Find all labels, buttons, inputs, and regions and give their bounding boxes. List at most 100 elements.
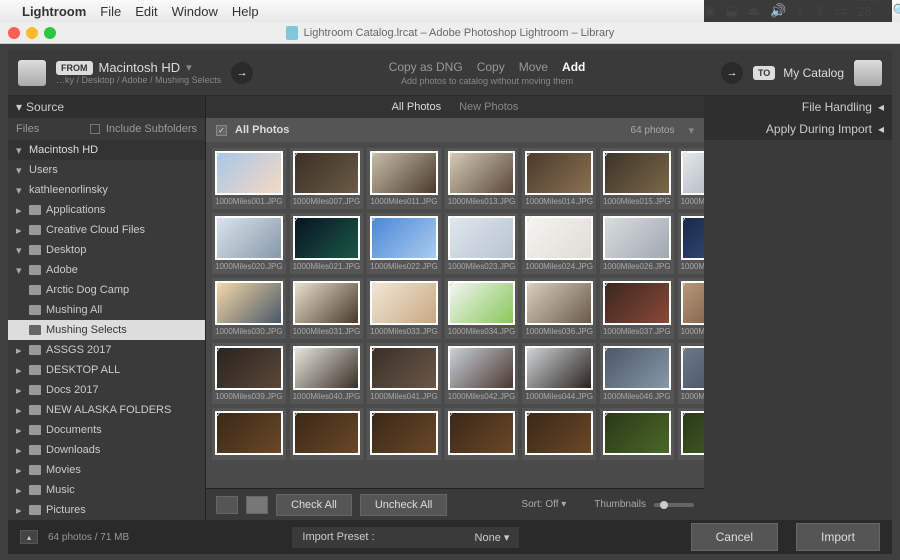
select-all-checkbox[interactable]: ✓ (216, 125, 227, 136)
action-move[interactable]: Move (519, 60, 548, 74)
thumbnail-cell[interactable]: ✓1000Miles030.JPG (212, 278, 286, 339)
eject-icon[interactable]: ⏏ (748, 3, 760, 19)
thumbnail-cell[interactable]: ✓1000Miles021.JPG (290, 213, 364, 274)
grid-view-button[interactable] (216, 496, 238, 514)
menu-edit[interactable]: Edit (135, 4, 157, 19)
from-volume[interactable]: Macintosh HD (99, 60, 181, 75)
loupe-view-button[interactable] (246, 496, 268, 514)
import-preset[interactable]: Import Preset : None ▾ (292, 527, 519, 548)
tree-item[interactable]: ▸NEW ALASKA FOLDERS (8, 400, 205, 420)
close-window[interactable] (8, 27, 20, 39)
tree-item[interactable]: ▸Downloads (8, 440, 205, 460)
thumbnail-cell[interactable]: ✓1000Miles031.JPG (290, 278, 364, 339)
tree-item[interactable]: Mushing All (8, 300, 205, 320)
tab-new-photos[interactable]: New Photos (459, 101, 518, 113)
file-handling-panel[interactable]: File Handling ◂ (704, 96, 892, 118)
folder-tree: ▾Macintosh HD▾Users▾kathleenorlinsky▸App… (8, 140, 205, 520)
tree-item[interactable]: ▾Desktop (8, 240, 205, 260)
thumbnail-cell[interactable]: ✓1000Miles011.JPG (367, 148, 441, 209)
thumbnail-cell[interactable]: ✓1000Miles037.JPG (600, 278, 674, 339)
action-copy-dng[interactable]: Copy as DNG (389, 60, 463, 74)
thumbnail-cell[interactable]: ✓1000Miles022.JPG (367, 213, 441, 274)
uncheck-all-button[interactable]: Uncheck All (360, 494, 447, 516)
thumbnail-cell[interactable]: ✓ (212, 408, 286, 460)
thumbnail-cell[interactable]: ✓1000Miles026.JPG (600, 213, 674, 274)
files-label: Files (16, 123, 39, 135)
thumbnail-cell[interactable]: ✓1000Miles044.JPG (522, 343, 596, 404)
thumbnail-cell[interactable]: ✓1000Miles001.JPG (212, 148, 286, 209)
tree-item[interactable]: ▸Applications (8, 200, 205, 220)
thumbnail-cell[interactable]: ✓1000Miles017.JPG (678, 148, 704, 209)
to-badge: TO (753, 66, 775, 80)
window-titlebar: Lightroom Catalog.lrcat – Adobe Photosho… (0, 22, 900, 44)
thumbnail-size-slider[interactable] (654, 503, 694, 507)
include-subfolders-checkbox[interactable] (90, 124, 100, 134)
thumbnail-cell[interactable]: ✓1000Miles034.JPG (445, 278, 519, 339)
battery-icon[interactable]: ▭ (835, 3, 847, 19)
thumbnail-cell[interactable]: ✓1000Miles007.JPG (290, 148, 364, 209)
tab-all-photos[interactable]: All Photos (392, 101, 442, 113)
thumbnail-cell[interactable]: ✓1000Miles039.JPG (212, 343, 286, 404)
tree-item[interactable]: Arctic Dog Camp (8, 280, 205, 300)
app-name[interactable]: Lightroom (22, 4, 86, 19)
minimize-window[interactable] (26, 27, 38, 39)
thumbnail-cell[interactable]: ✓1000Miles033.JPG (367, 278, 441, 339)
action-add[interactable]: Add (562, 60, 585, 74)
thumbnail-cell[interactable]: ✓1000Miles046.JPG (600, 343, 674, 404)
tree-item[interactable]: ▸DESKTOP ALL (8, 360, 205, 380)
zoom-window[interactable] (44, 27, 56, 39)
from-path: …ky / Desktop / Adobe / Mushing Selects (56, 75, 221, 85)
thumbnail-cell[interactable]: ✓1000Miles036.JPG (522, 278, 596, 339)
apply-during-import-panel[interactable]: Apply During Import ◂ (704, 118, 892, 140)
menu-help[interactable]: Help (232, 4, 259, 19)
thumbnail-cell[interactable]: ✓ (445, 408, 519, 460)
dropbox-icon[interactable]: ⬓ (725, 3, 737, 19)
thumbnail-cell[interactable]: ✓1000Miles015.JPG (600, 148, 674, 209)
tree-item[interactable]: ▾Adobe (8, 260, 205, 280)
spotlight-icon[interactable]: 🔍 (892, 3, 900, 19)
tree-item[interactable]: Mushing Selects (8, 320, 205, 340)
import-button[interactable]: Import (796, 523, 880, 551)
include-subfolders-label: Include Subfolders (106, 123, 197, 135)
tree-item[interactable]: ▸Creative Cloud Files (8, 220, 205, 240)
thumbnail-cell[interactable]: ✓1000Miles013.JPG (445, 148, 519, 209)
bluetooth-icon[interactable]: ᛒ (796, 4, 804, 19)
thumbnail-cell[interactable]: ✓1000Miles042.JPG (445, 343, 519, 404)
wifi-icon[interactable]: ⇪ (814, 3, 825, 19)
tree-item[interactable]: ▾Macintosh HD (8, 140, 205, 160)
thumbnail-cell[interactable]: ✓1000Miles038.JPG (678, 278, 704, 339)
thumbnail-cell[interactable]: ✓1000Miles020.JPG (212, 213, 286, 274)
from-arrow[interactable]: → (231, 62, 253, 84)
thumbnail-cell[interactable]: ✓1000Miles024.JPG (522, 213, 596, 274)
tree-item[interactable]: ▸ASSGS 2017 (8, 340, 205, 360)
to-arrow[interactable]: → (721, 62, 743, 84)
to-label[interactable]: My Catalog (783, 66, 844, 80)
tree-item[interactable]: ▸Movies (8, 460, 205, 480)
thumbnail-cell[interactable]: ✓ (600, 408, 674, 460)
tree-item[interactable]: ▾kathleenorlinsky (8, 180, 205, 200)
menu-window[interactable]: Window (172, 4, 218, 19)
tree-item[interactable]: ▸Docs 2017 (8, 380, 205, 400)
thumbnail-cell[interactable]: ✓ (522, 408, 596, 460)
thumbnail-cell[interactable]: ✓1000Miles041.JPG (367, 343, 441, 404)
tree-item[interactable]: ▸Pictures (8, 500, 205, 520)
check-all-button[interactable]: Check All (276, 494, 352, 516)
thumbnail-cell[interactable]: ✓1000Miles023.JPG (445, 213, 519, 274)
thumbnail-cell[interactable]: ✓ (678, 408, 704, 460)
tree-item[interactable]: ▸Documents (8, 420, 205, 440)
action-copy[interactable]: Copy (477, 60, 505, 74)
thumbnail-cell[interactable]: ✓1000Miles040.JPG (290, 343, 364, 404)
thumbnail-cell[interactable]: ✓1000Miles029.JPG (678, 213, 704, 274)
tree-item[interactable]: ▾Users (8, 160, 205, 180)
source-panel-header[interactable]: ▾ Source (8, 96, 205, 118)
thumbnail-cell[interactable]: ✓1000Miles014.JPG (522, 148, 596, 209)
cc-icon[interactable]: ◉ (704, 3, 715, 19)
thumbnail-cell[interactable]: ✓ (290, 408, 364, 460)
volume-icon[interactable]: 🔊 (770, 3, 786, 19)
collapse-button[interactable]: ▴ (20, 530, 38, 544)
thumbnail-cell[interactable]: ✓ (367, 408, 441, 460)
menu-file[interactable]: File (100, 4, 121, 19)
tree-item[interactable]: ▸Music (8, 480, 205, 500)
cancel-button[interactable]: Cancel (691, 523, 778, 551)
thumbnail-cell[interactable]: ✓1000Miles047.JPG (678, 343, 704, 404)
